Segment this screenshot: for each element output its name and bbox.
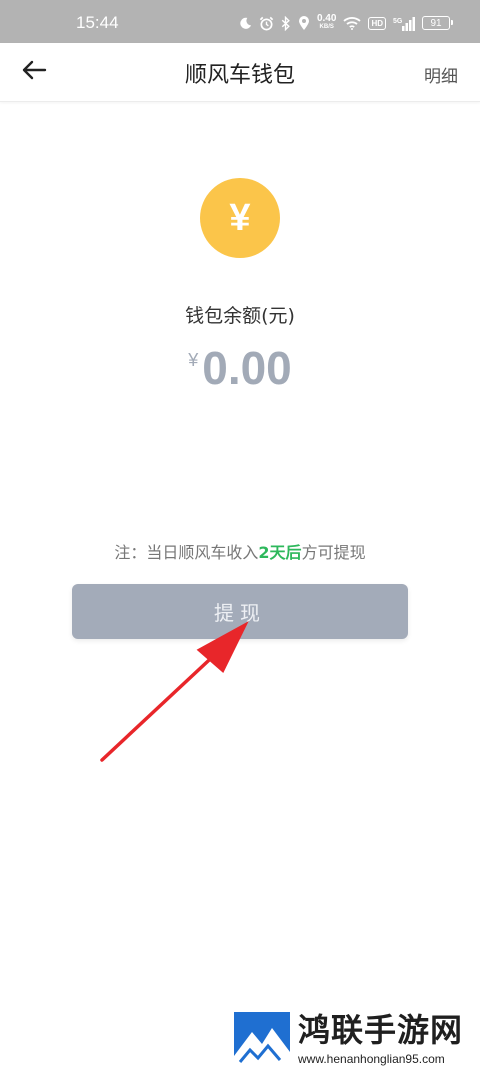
watermark-brand: 鸿联手游网 bbox=[298, 1011, 464, 1049]
annotation-arrow bbox=[100, 621, 249, 762]
net-speed-unit: KB/S bbox=[319, 24, 334, 30]
balance-row: ¥ 0.00 bbox=[0, 340, 480, 396]
note-suffix: 方可提现 bbox=[301, 543, 366, 562]
detail-link[interactable]: 明细 bbox=[424, 62, 458, 87]
bluetooth-icon bbox=[281, 15, 291, 31]
battery-icon: 91 bbox=[422, 16, 453, 30]
withdraw-button[interactable]: 提现 bbox=[72, 584, 408, 639]
svg-text:5G: 5G bbox=[393, 18, 403, 25]
currency-symbol: ¥ bbox=[188, 350, 199, 370]
net-speed: 0.40 KB/S bbox=[316, 13, 337, 31]
note-prefix: 注：当日顺风车收入 bbox=[114, 543, 259, 562]
location-icon bbox=[298, 15, 310, 31]
watermark-url: www.henanhonglian95.com bbox=[298, 1052, 445, 1066]
balance-amount: 0.00 bbox=[202, 342, 292, 394]
nav-bar: 顺风车钱包 明细 bbox=[0, 43, 480, 102]
status-bar: 15:44 0.40 KB/S HD 5G 91 bbox=[0, 0, 480, 43]
net-speed-value: 0.40 bbox=[316, 13, 337, 24]
status-icons: 0.40 KB/S HD 5G 91 bbox=[239, 13, 453, 32]
status-time: 15:44 bbox=[76, 13, 119, 32]
alarm-icon bbox=[259, 16, 274, 31]
moon-icon bbox=[239, 17, 252, 30]
watermark-logo-icon bbox=[234, 1012, 290, 1068]
signal-5g-icon: 5G bbox=[393, 16, 415, 31]
page-title: 顺风车钱包 bbox=[184, 63, 295, 88]
watermark: 鸿联手游网 www.henanhonglian95.com bbox=[234, 1012, 474, 1068]
coin-icon: ¥ bbox=[200, 178, 280, 258]
withdraw-note: 注：当日顺风车收入2天后方可提现 bbox=[0, 539, 480, 563]
note-highlight: 2天后 bbox=[258, 543, 302, 562]
coin-symbol: ¥ bbox=[229, 196, 251, 239]
hd-icon: HD bbox=[368, 16, 386, 30]
balance-label: 钱包余额(元) bbox=[185, 305, 295, 327]
wifi-icon bbox=[343, 16, 362, 30]
